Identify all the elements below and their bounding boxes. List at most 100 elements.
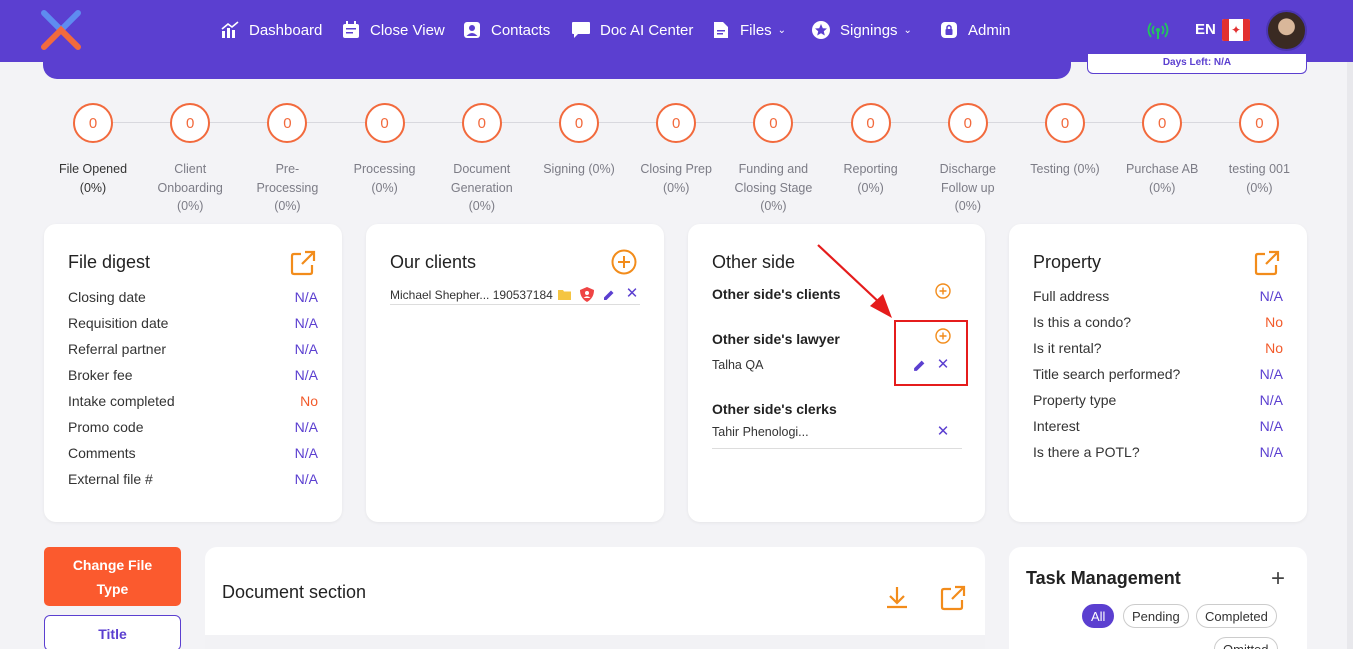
stage-count: 0 bbox=[364, 103, 405, 143]
row-value: N/A bbox=[294, 289, 318, 305]
language-selector[interactable]: EN bbox=[1195, 21, 1216, 38]
stage-step[interactable]: 0 Funding and Closing Stage (0%) bbox=[723, 103, 823, 216]
connection-icon bbox=[1147, 22, 1169, 39]
stage-step[interactable]: 0 Reporting (0%) bbox=[821, 103, 921, 197]
stage-step[interactable]: 0 Client Onboarding (0%) bbox=[140, 103, 240, 216]
stage-label-line: Follow up bbox=[941, 180, 995, 195]
file-icon bbox=[711, 20, 731, 40]
stage-step[interactable]: 0 testing 001 (0%) bbox=[1209, 103, 1309, 197]
stage-label: Funding and Closing Stage (0%) bbox=[723, 160, 823, 216]
canada-flag-icon[interactable]: ✦ bbox=[1222, 19, 1250, 41]
detail-row: Is this a condo? No bbox=[1033, 314, 1283, 334]
stage-step[interactable]: 0 Processing (0%) bbox=[335, 103, 435, 197]
stage-step[interactable]: 0 Signing (0%) bbox=[529, 103, 629, 179]
row-label: Full address bbox=[1033, 288, 1110, 304]
change-file-type-button[interactable]: Change File Type bbox=[44, 547, 181, 606]
nav-close-view[interactable]: Close View bbox=[341, 18, 445, 42]
add-other-client-icon[interactable] bbox=[935, 283, 951, 299]
row-label: Comments bbox=[68, 445, 136, 461]
row-value: N/A bbox=[1259, 288, 1283, 304]
external-link-icon[interactable] bbox=[940, 585, 966, 611]
chevron-down-icon: ⌄ bbox=[903, 24, 912, 36]
stage-label-line: Closing Stage bbox=[734, 180, 813, 195]
nav-label: Doc AI Center bbox=[600, 21, 694, 39]
file-digest-card: File digest Closing date N/A Requisition d… bbox=[44, 224, 342, 522]
shield-icon[interactable] bbox=[580, 287, 594, 302]
row-value: No bbox=[1265, 340, 1283, 356]
stage-label-line: Signing (0%) bbox=[543, 162, 615, 176]
filter-completed[interactable]: Completed bbox=[1196, 604, 1277, 628]
nav-files[interactable]: Files ⌄ bbox=[711, 18, 786, 42]
stage-step[interactable]: 0 Testing (0%) bbox=[1015, 103, 1115, 179]
other-side-lawyer-label: Other side's lawyer bbox=[712, 331, 840, 347]
row-value: N/A bbox=[1259, 418, 1283, 434]
task-management-card: Task Management + All Pending Completed … bbox=[1009, 547, 1307, 649]
detail-row: Requisition date N/A bbox=[68, 315, 318, 335]
stage-label-line: Funding and bbox=[738, 162, 809, 176]
scrollbar[interactable] bbox=[1347, 62, 1353, 649]
folder-icon[interactable] bbox=[558, 289, 571, 300]
stage-step[interactable]: 0 File Opened (0%) bbox=[43, 103, 143, 197]
filter-pending[interactable]: Pending bbox=[1123, 604, 1189, 628]
annotation-highlight-box bbox=[894, 320, 968, 386]
nav-admin[interactable]: Admin bbox=[939, 18, 1011, 42]
stage-label: File Opened (0%) bbox=[43, 160, 143, 197]
row-label: Interest bbox=[1033, 418, 1080, 434]
edit-icon[interactable] bbox=[603, 289, 615, 301]
detail-row: Property type N/A bbox=[1033, 392, 1283, 412]
flag-leaf: ✦ bbox=[1229, 19, 1243, 41]
stage-label: Processing (0%) bbox=[335, 160, 435, 197]
stage-step[interactable]: 0 Discharge Follow up (0%) bbox=[918, 103, 1018, 216]
stage-step[interactable]: 0 Purchase AB (0%) bbox=[1112, 103, 1212, 197]
row-label: Property type bbox=[1033, 392, 1117, 408]
nav-label: Contacts bbox=[491, 21, 551, 39]
row-label: Requisition date bbox=[68, 315, 169, 331]
document-table-header bbox=[205, 635, 985, 649]
row-label: Is there a POTL? bbox=[1033, 444, 1140, 460]
download-icon[interactable] bbox=[885, 585, 909, 611]
stage-label-line: Testing (0%) bbox=[1030, 162, 1100, 176]
stage-label: Reporting (0%) bbox=[821, 160, 921, 197]
stage-label-line: Document bbox=[453, 162, 511, 176]
stage-count: 0 bbox=[947, 103, 988, 143]
detail-row: Is there a POTL? N/A bbox=[1033, 444, 1283, 464]
title-button[interactable]: Title bbox=[44, 615, 181, 649]
stage-label: Discharge Follow up (0%) bbox=[918, 160, 1018, 216]
add-client-icon[interactable] bbox=[611, 249, 637, 275]
logo[interactable] bbox=[40, 10, 82, 50]
row-value: No bbox=[1265, 314, 1283, 330]
button-label: Change File bbox=[72, 557, 153, 573]
stage-count: 0 bbox=[267, 103, 308, 143]
list-item[interactable]: Michael Shepher... 190537184 ✕ bbox=[390, 286, 640, 305]
our-clients-card: Our clients Michael Shepher... 190537184… bbox=[366, 224, 664, 522]
nav-dashboard[interactable]: Dashboard bbox=[220, 18, 322, 42]
row-value: N/A bbox=[1259, 366, 1283, 382]
stage-label-line: Client bbox=[174, 162, 207, 176]
annotation-arrow bbox=[817, 244, 892, 318]
nav-contacts[interactable]: Contacts bbox=[462, 18, 550, 42]
detail-row: Comments N/A bbox=[68, 445, 318, 465]
filter-all[interactable]: All bbox=[1082, 604, 1115, 628]
nav-doc-ai-center[interactable]: Doc AI Center bbox=[571, 18, 693, 42]
client-name: Michael Shepher... 190537184 bbox=[390, 288, 553, 302]
row-label: Closing date bbox=[68, 289, 146, 305]
row-label: Broker fee bbox=[68, 367, 133, 383]
detail-row: Referral partner N/A bbox=[68, 341, 318, 361]
nav-label: Signings bbox=[840, 21, 898, 39]
add-task-icon[interactable]: + bbox=[1271, 565, 1285, 593]
stage-label-line: Processing bbox=[353, 162, 416, 176]
external-link-icon[interactable] bbox=[1254, 250, 1280, 276]
row-value: N/A bbox=[1259, 392, 1283, 408]
external-link-icon[interactable] bbox=[290, 250, 316, 276]
avatar[interactable] bbox=[1266, 10, 1307, 51]
stage-step[interactable]: 0 Closing Prep (0%) bbox=[626, 103, 726, 197]
stage-label-line: (0%) bbox=[954, 199, 981, 213]
nav-signings[interactable]: Signings ⌄ bbox=[811, 18, 912, 42]
row-value: N/A bbox=[294, 471, 318, 487]
stage-step[interactable]: 0 Pre- Processing (0%) bbox=[237, 103, 337, 216]
remove-icon[interactable]: ✕ bbox=[625, 286, 639, 301]
remove-clerk-icon[interactable]: ✕ bbox=[936, 424, 950, 439]
stage-label: Closing Prep (0%) bbox=[626, 160, 726, 197]
stage-step[interactable]: 0 Document Generation (0%) bbox=[432, 103, 532, 216]
filter-omitted[interactable]: Omitted bbox=[1214, 637, 1278, 649]
